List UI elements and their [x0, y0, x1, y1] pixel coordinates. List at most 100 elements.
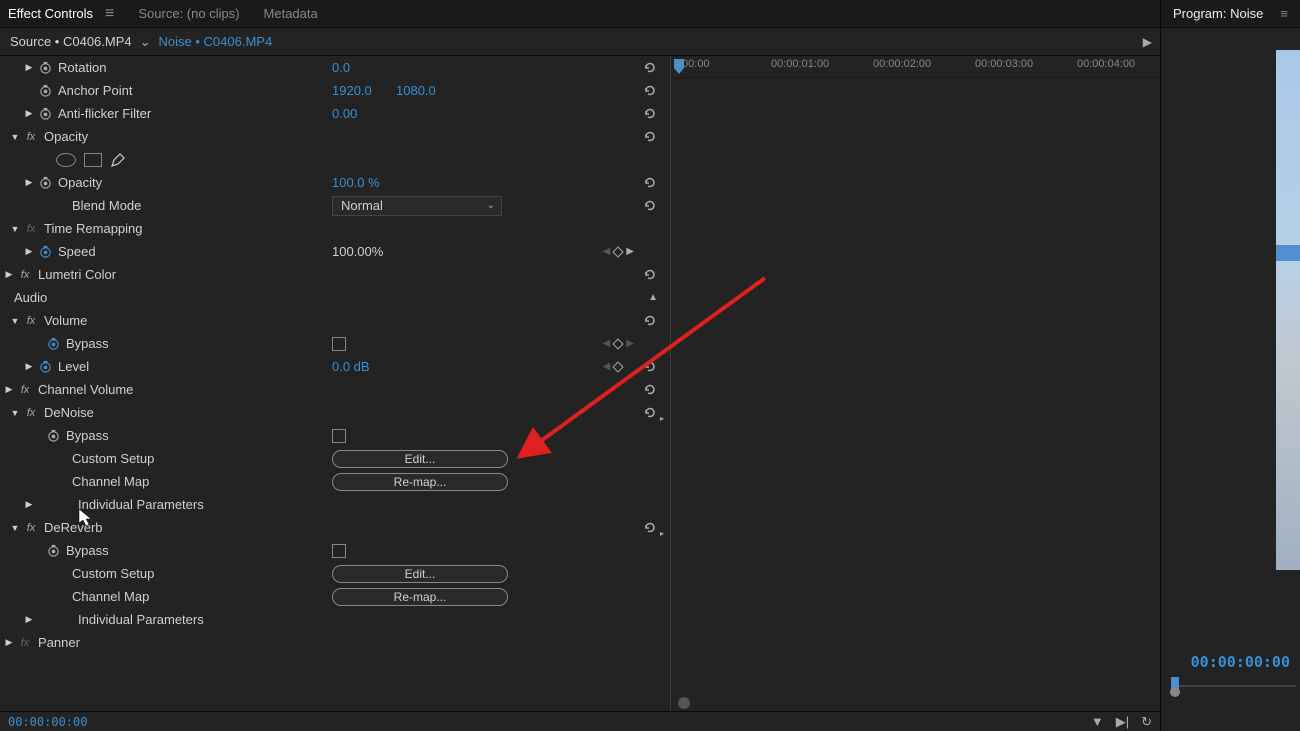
prev-keyframe-icon[interactable]: ◀	[603, 246, 611, 257]
expand-arrow-icon[interactable]: ▶	[24, 177, 34, 188]
panel-menu-icon[interactable]: ≡	[1280, 6, 1288, 21]
stopwatch-icon[interactable]	[38, 245, 52, 259]
play-only-icon[interactable]: ▶|	[1116, 714, 1129, 730]
program-viewer[interactable]	[1276, 50, 1300, 570]
current-timecode[interactable]: 00:00:00:00	[8, 715, 87, 729]
program-timecode[interactable]: 00:00:00:00	[1191, 653, 1290, 671]
next-keyframe-icon[interactable]: ▶	[626, 338, 634, 349]
panel-menu-icon[interactable]: ≡	[105, 5, 114, 23]
prev-keyframe-icon[interactable]: ◀	[603, 338, 611, 349]
expand-arrow-icon[interactable]: ▶	[24, 361, 34, 372]
reset-icon[interactable]	[642, 382, 658, 398]
expand-arrow-icon[interactable]: ▶	[24, 614, 34, 625]
reset-icon[interactable]	[642, 60, 658, 76]
reset-icon[interactable]	[642, 106, 658, 122]
fx-icon[interactable]: fx	[24, 521, 38, 535]
collapse-arrow-icon[interactable]: ▼	[10, 316, 20, 326]
denoise-edit-button[interactable]: Edit...	[332, 450, 508, 468]
fx-icon[interactable]: fx	[18, 268, 32, 282]
bypass-checkbox[interactable]	[332, 429, 346, 443]
expand-arrow-icon[interactable]: ▶	[24, 108, 34, 119]
collapse-arrow-icon[interactable]: ▼	[10, 523, 20, 533]
sequence-clip-label[interactable]: Noise • C0406.MP4	[159, 34, 273, 49]
denoise-remap-button[interactable]: Re-map...	[332, 473, 508, 491]
add-keyframe-icon[interactable]	[613, 246, 624, 257]
play-icon[interactable]: ▶	[1143, 35, 1152, 49]
time-remapping-label: Time Remapping	[44, 221, 143, 236]
timeline-tick: 00:00:04:00	[1077, 58, 1135, 70]
timeline-zoom-handle-left[interactable]	[678, 697, 690, 709]
source-dropdown-icon[interactable]: ⌄	[140, 34, 151, 50]
bypass-checkbox[interactable]	[332, 544, 346, 558]
timeline-ruler[interactable]: :00:00 00:00:01:00 00:00:02:00 00:00:03:…	[671, 56, 1160, 78]
scrubber-knob[interactable]	[1170, 687, 1180, 697]
reset-icon[interactable]: ▸	[642, 405, 658, 421]
stopwatch-icon[interactable]	[46, 429, 60, 443]
reset-icon[interactable]	[642, 198, 658, 214]
reset-icon[interactable]	[642, 175, 658, 191]
dereverb-label: DeReverb	[44, 520, 103, 535]
loop-icon[interactable]: ↻	[1141, 714, 1152, 730]
stopwatch-icon[interactable]	[38, 84, 52, 98]
stopwatch-icon[interactable]	[38, 360, 52, 374]
reset-icon[interactable]	[642, 313, 658, 329]
anchor-x-value[interactable]: 1920.0	[332, 83, 372, 98]
antiflicker-value[interactable]: 0.00	[332, 106, 357, 121]
stopwatch-icon[interactable]	[46, 544, 60, 558]
reset-icon[interactable]: ▸	[642, 520, 658, 536]
expand-arrow-icon[interactable]: ▶	[4, 269, 14, 280]
rotation-value[interactable]: 0.0	[332, 60, 350, 75]
pen-mask-tool-icon[interactable]	[110, 152, 126, 168]
expand-arrow-icon[interactable]: ▶	[24, 499, 34, 510]
level-value[interactable]: 0.0 dB	[332, 359, 370, 374]
dereverb-edit-button[interactable]: Edit...	[332, 565, 508, 583]
bypass-checkbox[interactable]	[332, 337, 346, 351]
fx-icon[interactable]: fx	[24, 314, 38, 328]
keyframe-nav: ◀ ▶	[603, 246, 634, 257]
fx-icon[interactable]: fx	[18, 636, 32, 650]
expand-arrow-icon[interactable]: ▶	[24, 246, 34, 257]
expand-arrow-icon[interactable]: ▶	[4, 637, 14, 648]
expand-arrow-icon[interactable]: ▶	[24, 62, 34, 73]
reset-icon[interactable]	[642, 129, 658, 145]
reset-icon[interactable]	[642, 83, 658, 99]
expand-arrow-icon[interactable]: ▶	[4, 384, 14, 395]
keyframe-nav: ◀ ▶	[603, 338, 634, 349]
collapse-up-icon[interactable]: ▲	[648, 292, 658, 303]
prev-keyframe-icon[interactable]: ◀	[603, 361, 611, 372]
ellipse-mask-tool-icon[interactable]	[56, 153, 76, 167]
blend-mode-dropdown[interactable]: Normal ⌄	[332, 196, 502, 216]
reset-icon[interactable]	[642, 267, 658, 283]
rectangle-mask-tool-icon[interactable]	[84, 153, 102, 167]
speed-value[interactable]: 100.00%	[332, 244, 383, 259]
stopwatch-icon[interactable]	[46, 337, 60, 351]
filter-icon[interactable]: ▼	[1091, 714, 1104, 730]
fx-icon[interactable]: fx	[18, 383, 32, 397]
audio-section-divider: Audio ▲	[0, 286, 670, 309]
stopwatch-icon[interactable]	[38, 61, 52, 75]
stopwatch-icon[interactable]	[38, 176, 52, 190]
add-keyframe-icon[interactable]	[613, 338, 624, 349]
fx-icon[interactable]: fx	[24, 222, 38, 236]
opacity-value[interactable]: 100.0 %	[332, 175, 380, 190]
bypass-label: Bypass	[66, 543, 109, 558]
dereverb-remap-button[interactable]: Re-map...	[332, 588, 508, 606]
program-scrubber[interactable]	[1171, 673, 1296, 693]
channel-map-label: Channel Map	[72, 474, 149, 489]
stopwatch-icon[interactable]	[38, 107, 52, 121]
collapse-arrow-icon[interactable]: ▼	[10, 132, 20, 142]
denoise-custom-setup-row: Custom Setup Edit...	[0, 447, 670, 470]
next-keyframe-icon[interactable]: ▶	[626, 246, 634, 257]
fx-icon[interactable]: fx	[24, 406, 38, 420]
tab-source[interactable]: Source: (no clips)	[138, 6, 239, 21]
reset-icon[interactable]	[642, 359, 658, 375]
panner-label: Panner	[38, 635, 80, 650]
add-keyframe-icon[interactable]	[613, 361, 624, 372]
speed-label: Speed	[58, 244, 96, 259]
tab-effect-controls[interactable]: Effect Controls	[8, 6, 93, 21]
collapse-arrow-icon[interactable]: ▼	[10, 408, 20, 418]
anchor-y-value[interactable]: 1080.0	[396, 83, 436, 98]
fx-icon[interactable]: fx	[24, 130, 38, 144]
tab-metadata[interactable]: Metadata	[264, 6, 318, 21]
collapse-arrow-icon[interactable]: ▼	[10, 224, 20, 234]
